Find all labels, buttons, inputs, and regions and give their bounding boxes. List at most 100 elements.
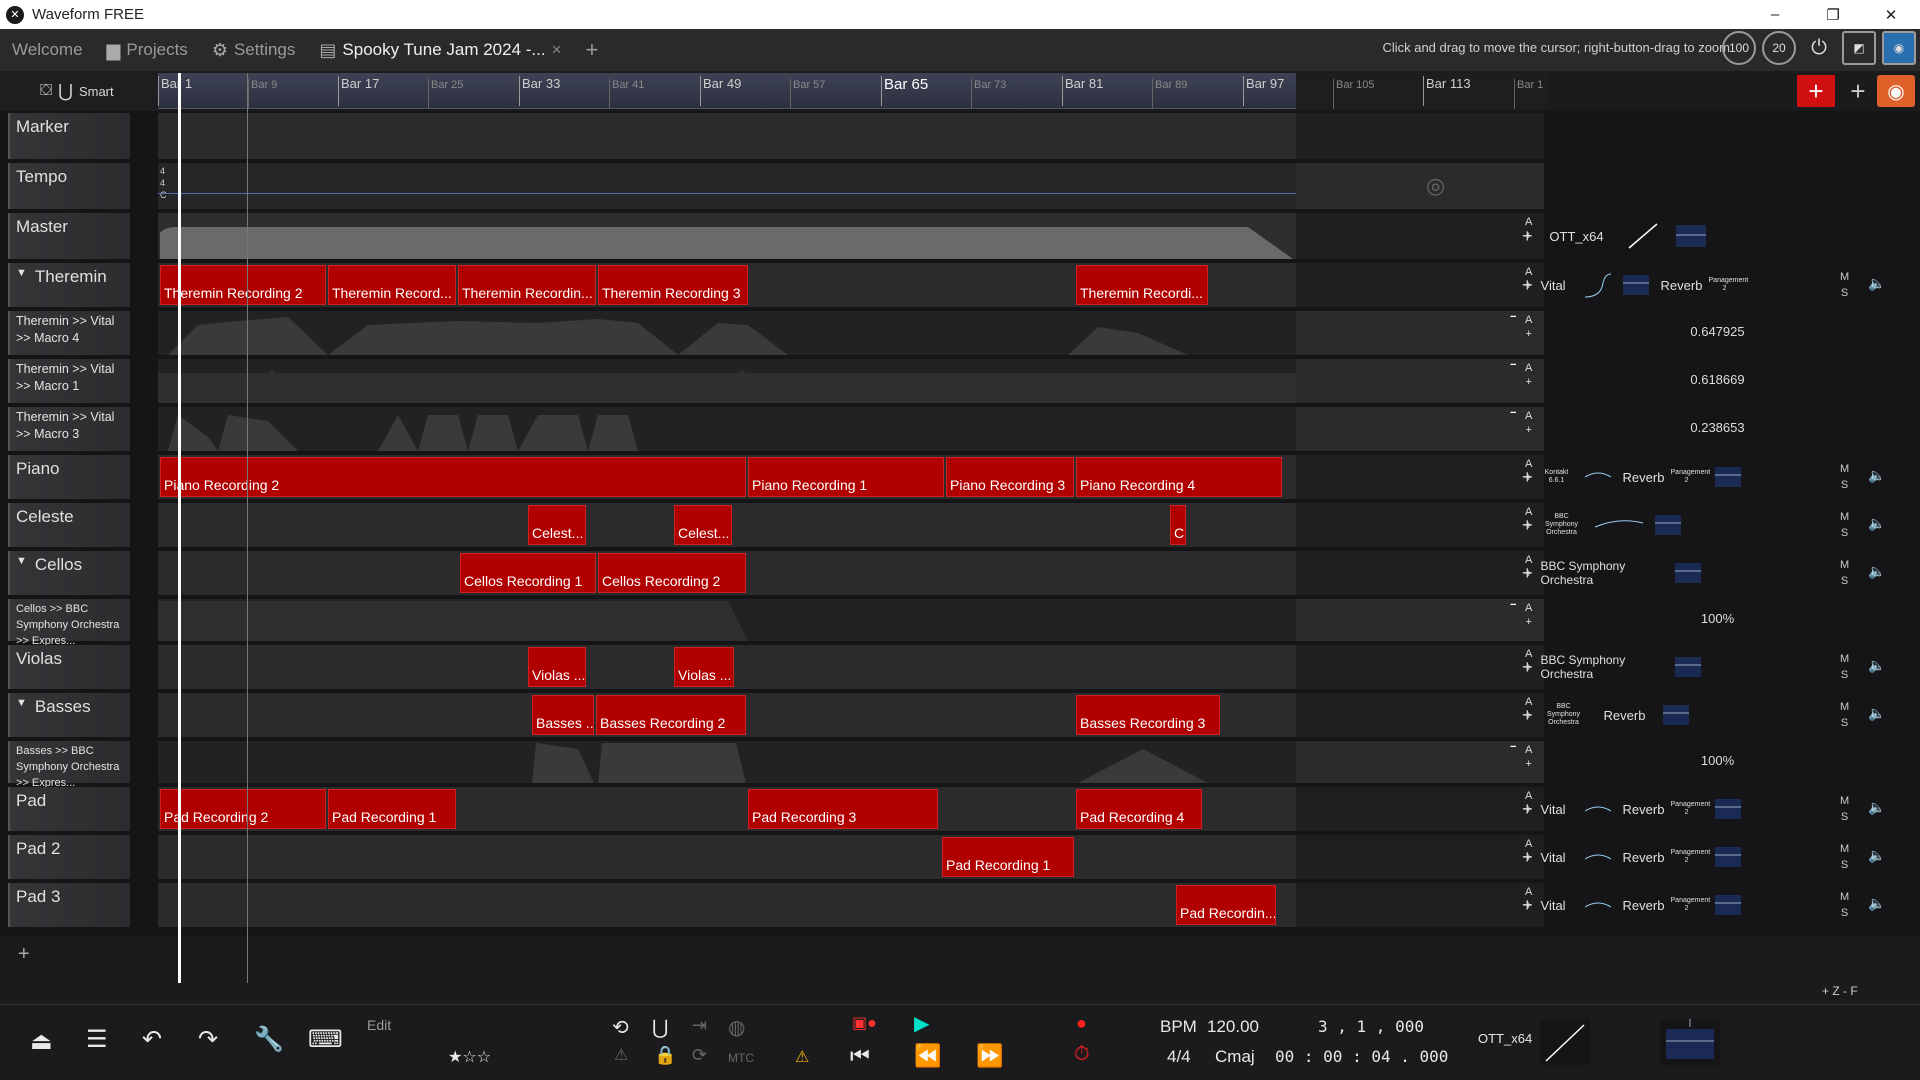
automation-toggle[interactable]: A + — [1525, 361, 1532, 389]
clip[interactable]: C — [1170, 505, 1186, 545]
meter-plugin-icon[interactable] — [1710, 459, 1745, 495]
meter-plugin-icon[interactable] — [1650, 507, 1685, 543]
track-header[interactable]: Celeste — [8, 503, 130, 547]
meter-plugin-icon[interactable] — [1670, 555, 1705, 591]
collapse-minus[interactable]: − — [1510, 741, 1516, 753]
master-volume-icon[interactable] — [1540, 1019, 1590, 1065]
plugin-name[interactable]: Reverb — [1657, 278, 1703, 293]
mute-solo[interactable]: MS — [1840, 269, 1849, 301]
add-plugin-button[interactable]: + — [1522, 847, 1533, 868]
clip[interactable]: Pad Recording 2 — [160, 789, 326, 829]
add-plugin-button[interactable]: + — [1522, 799, 1533, 820]
solo-button[interactable]: S — [1840, 525, 1849, 541]
clip[interactable]: Violas ... — [674, 647, 734, 687]
automation-toggle[interactable]: A + — [1525, 409, 1532, 437]
clip[interactable]: Pad Recording 3 — [748, 789, 938, 829]
mute-button[interactable]: M — [1840, 699, 1849, 715]
automation-value[interactable]: 0.238653 — [1640, 420, 1795, 435]
close-button[interactable]: ✕ — [1862, 0, 1920, 29]
add-plugin-button[interactable]: + — [1522, 895, 1533, 916]
automation-value[interactable]: 100% — [1640, 611, 1795, 626]
track-header[interactable]: Cellos >> BBC Symphony Orchestra >> Expr… — [8, 599, 130, 647]
record-mode-icon[interactable]: ◉ — [1877, 75, 1915, 107]
warning-icon[interactable]: ⚠ — [795, 1047, 809, 1067]
collapse-icon[interactable]: ▼ — [16, 555, 27, 567]
clip[interactable]: Cellos Recording 2 — [598, 553, 746, 593]
clip[interactable]: Theremin Record... — [328, 265, 456, 305]
rating-stars-icon[interactable]: ★☆☆ — [448, 1047, 491, 1067]
mute-solo[interactable]: MS — [1840, 651, 1849, 683]
add-red-button[interactable]: + — [1797, 75, 1835, 107]
track-lane[interactable]: Violas ... Violas ... — [158, 645, 1296, 689]
track-lane[interactable]: Pad Recording 1 — [158, 835, 1296, 879]
solo-button[interactable]: S — [1840, 667, 1849, 683]
speaker-icon[interactable]: 🔈 — [1868, 563, 1885, 580]
speaker-icon[interactable]: 🔈 — [1868, 515, 1885, 532]
add-plugin-button[interactable]: + — [1522, 467, 1533, 488]
track-lane[interactable]: Celest... Celest... C — [158, 503, 1296, 547]
solo-button[interactable]: S — [1840, 573, 1849, 589]
track-header[interactable]: Theremin >> Vital >> Macro 3 — [8, 407, 130, 451]
timeline-ruler[interactable]: Bar 1 Bar 9 Bar 17 Bar 25 Bar 33 Bar 41 … — [158, 73, 1296, 109]
mtc-label[interactable]: MTC — [728, 1051, 754, 1065]
rewind-icon[interactable]: ⏪ — [914, 1043, 941, 1069]
add-plugin-button[interactable]: + — [1522, 275, 1533, 296]
meter-plugin-icon[interactable] — [1710, 839, 1745, 875]
meter-plugin-icon[interactable] — [1668, 218, 1713, 254]
track-lane[interactable]: Pad Recording 2 Pad Recording 1 Pad Reco… — [158, 787, 1296, 831]
collapse-minus[interactable]: − — [1510, 311, 1516, 323]
eye-icon[interactable]: ◉ — [1882, 31, 1916, 65]
clip[interactable]: Theremin Recording 3 — [598, 265, 748, 305]
track-header[interactable]: Pad 2 — [8, 835, 130, 879]
plugin-name[interactable]: BBC Symphony Orchestra — [1537, 513, 1587, 537]
mute-button[interactable]: M — [1840, 841, 1849, 857]
track-header[interactable]: Master — [8, 213, 130, 259]
menu-icon[interactable]: ☰ — [86, 1025, 108, 1054]
mute-button[interactable]: M — [1840, 461, 1849, 477]
clip[interactable]: Pad Recording 4 — [1076, 789, 1202, 829]
fullscreen-icon[interactable]: ◩ — [1842, 31, 1876, 65]
plugin-name[interactable]: Kontakt 6.6.1 — [1537, 469, 1577, 485]
mute-solo[interactable]: MS — [1840, 793, 1849, 825]
clip[interactable]: Celest... — [528, 505, 586, 545]
clip[interactable]: Theremin Recordin... — [458, 265, 596, 305]
auto-icon[interactable]: ⚠ — [614, 1045, 628, 1065]
solo-button[interactable]: S — [1840, 809, 1849, 825]
track-lane[interactable]: Pad Recordin... — [158, 883, 1296, 927]
add-track-button[interactable]: + — [18, 943, 30, 966]
fast-forward-icon[interactable]: ⏩ — [976, 1043, 1003, 1069]
automation-value[interactable]: 0.647925 — [1640, 324, 1795, 339]
play-icon[interactable]: ▶ — [914, 1011, 929, 1036]
output-slot[interactable] — [1748, 459, 1777, 495]
collapse-minus[interactable]: − — [1510, 599, 1516, 611]
add-plugin-button[interactable]: + — [1522, 657, 1533, 678]
automation-lane[interactable] — [158, 311, 1296, 355]
mute-button[interactable]: M — [1840, 651, 1849, 667]
clip[interactable]: Basses Recording 3 — [1076, 695, 1220, 735]
synth-curve-icon[interactable] — [1580, 839, 1615, 875]
track-header[interactable]: Basses >> BBC Symphony Orchestra >> Expr… — [8, 741, 130, 789]
minimize-button[interactable]: – — [1746, 0, 1804, 29]
clip[interactable]: Celest... — [674, 505, 732, 545]
speaker-icon[interactable]: 🔈 — [1868, 467, 1885, 484]
punch-icon[interactable]: ⇥ — [692, 1015, 707, 1036]
timer-icon[interactable]: ⏱ — [1074, 1043, 1090, 1066]
plugin-name[interactable]: Vital — [1537, 850, 1577, 865]
zoom-hint[interactable]: + Z - F — [1822, 984, 1858, 998]
rewind-start-icon[interactable]: ⏮ — [850, 1043, 870, 1069]
mute-button[interactable]: M — [1840, 889, 1849, 905]
track-lane[interactable]: Basses ... Basses Recording 2 Basses Rec… — [158, 693, 1296, 737]
wrench-icon[interactable]: 🔧 — [254, 1025, 284, 1054]
mute-solo[interactable]: MS — [1840, 889, 1849, 921]
plugin-name[interactable]: Reverb — [1619, 470, 1665, 485]
track-lane[interactable] — [158, 213, 1296, 259]
playhead-cursor[interactable] — [178, 73, 181, 983]
track-header[interactable]: Piano — [8, 455, 130, 499]
clip[interactable]: Theremin Recordi... — [1076, 265, 1208, 305]
plugin-name[interactable]: BBC Symphony Orchestra — [1537, 703, 1591, 727]
clip[interactable]: Piano Recording 4 — [1076, 457, 1282, 497]
master-meter-icon[interactable] — [1660, 1019, 1720, 1065]
output-slot[interactable] — [1708, 649, 1737, 685]
automation-lane[interactable] — [158, 741, 1296, 783]
mute-button[interactable]: M — [1840, 509, 1849, 525]
